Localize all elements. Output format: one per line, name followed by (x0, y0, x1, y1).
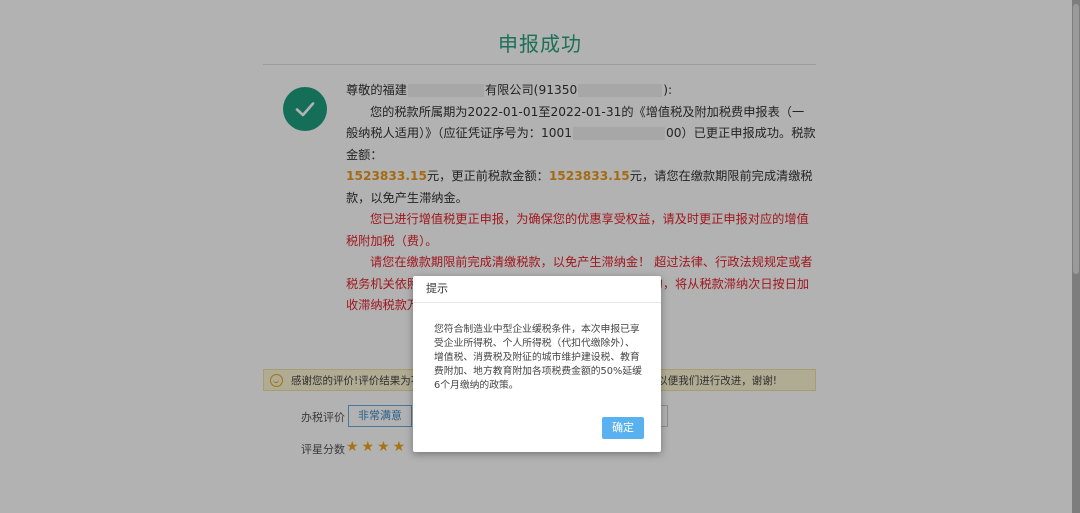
scrollbar[interactable] (1072, 0, 1080, 513)
scrollbar-thumb[interactable] (1073, 4, 1079, 274)
dialog-title: 提示 (413, 276, 661, 303)
dialog-body: 您符合制造业中型企业缓税条件，本次申报已享受企业所得税、个人所得税（代扣代缴除外… (434, 324, 642, 391)
tip-dialog: 提示 您符合制造业中型企业缓税条件，本次申报已享受企业所得税、个人所得税（代扣代… (413, 276, 661, 452)
confirm-button[interactable]: 确定 (602, 417, 644, 439)
